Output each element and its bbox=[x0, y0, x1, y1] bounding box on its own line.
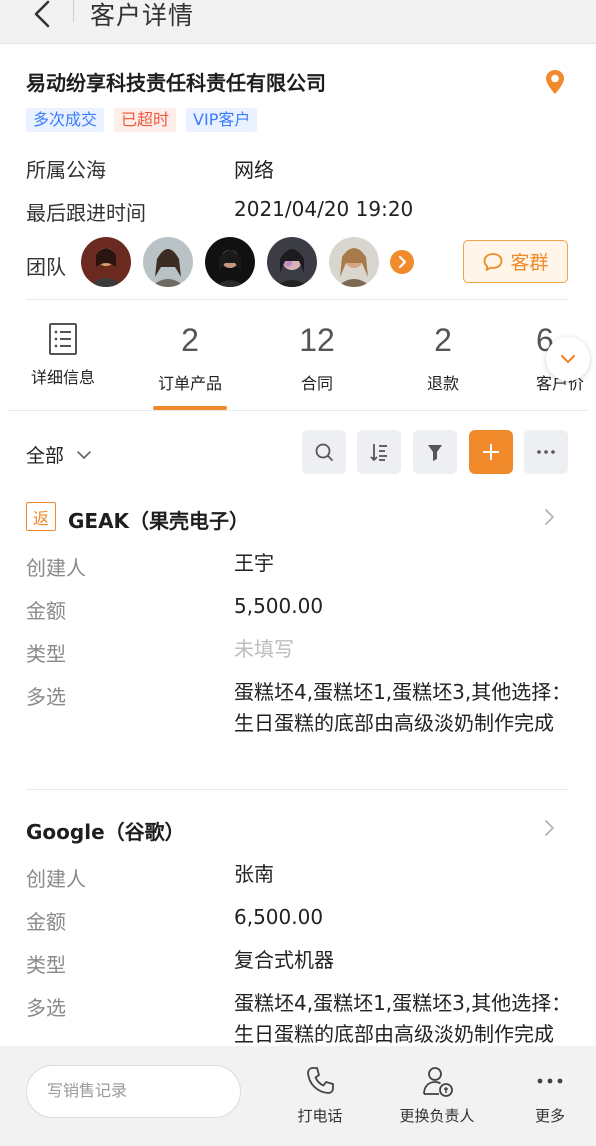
divider bbox=[26, 789, 568, 790]
more-actions-button[interactable]: 更多 bbox=[525, 1063, 575, 1126]
tag-vip: VIP客户 bbox=[186, 108, 258, 132]
chevron-down-icon bbox=[77, 450, 91, 459]
field-label-multi: 多选 bbox=[26, 996, 66, 1020]
more-options-button[interactable] bbox=[524, 430, 568, 474]
field-value-type: 未填写 bbox=[234, 637, 294, 661]
avatar[interactable] bbox=[143, 237, 193, 287]
tab-label: 详细信息 bbox=[30, 368, 95, 387]
avatar[interactable] bbox=[329, 237, 379, 287]
search-icon bbox=[315, 443, 333, 461]
field-label-type: 类型 bbox=[26, 953, 66, 977]
tab-count: 2 bbox=[181, 322, 199, 358]
record-open-arrow[interactable] bbox=[542, 818, 556, 838]
team-label: 团队 bbox=[26, 255, 66, 279]
field-label-last-followup: 最后跟进时间 bbox=[26, 201, 146, 225]
funnel-icon bbox=[428, 445, 442, 461]
sort-button[interactable] bbox=[357, 430, 401, 474]
ellipsis-icon bbox=[537, 450, 555, 454]
call-label: 打电话 bbox=[297, 1107, 343, 1125]
phone-icon bbox=[307, 1067, 334, 1094]
chevron-right-icon bbox=[545, 820, 554, 836]
tab-label: 退款 bbox=[426, 374, 459, 393]
field-label-amount: 金额 bbox=[26, 910, 66, 934]
divider bbox=[7, 410, 587, 411]
field-value-last-followup: 2021/04/20 19:20 bbox=[234, 197, 414, 221]
chevron-right-icon bbox=[398, 255, 407, 269]
tab-order-products[interactable]: 2 订单产品 bbox=[135, 318, 245, 394]
record-open-arrow[interactable] bbox=[542, 507, 556, 527]
call-button[interactable]: 打电话 bbox=[290, 1063, 350, 1126]
return-badge: 返 bbox=[26, 502, 56, 531]
content-card bbox=[7, 45, 587, 1045]
customer-group-button[interactable]: 客群 bbox=[463, 240, 568, 283]
field-label-pool: 所属公海 bbox=[26, 158, 106, 182]
avatar[interactable] bbox=[81, 237, 131, 287]
filter-button[interactable] bbox=[413, 430, 457, 474]
field-value-multi: 蛋糕坯4,蛋糕坯1,蛋糕坯3,其他选择：生日蛋糕的底部由高级淡奶制作完成 bbox=[234, 680, 572, 735]
back-button[interactable] bbox=[26, 0, 60, 38]
chevron-down-icon bbox=[560, 354, 576, 364]
chevron-left-icon bbox=[34, 0, 50, 28]
divider bbox=[26, 299, 568, 300]
document-list-icon bbox=[48, 322, 78, 356]
header-divider bbox=[73, 0, 74, 22]
customer-group-label: 客群 bbox=[510, 252, 549, 274]
avatar[interactable] bbox=[205, 237, 255, 287]
team-avatars bbox=[81, 237, 379, 287]
field-value-amount: 6,500.00 bbox=[234, 905, 324, 929]
app-header: 客户详情 bbox=[0, 0, 596, 44]
tab-refunds[interactable]: 2 退款 bbox=[388, 318, 498, 394]
customer-name: 易动纷享科技责任科责任有限公司 bbox=[26, 71, 326, 95]
tab-label: 订单产品 bbox=[157, 374, 222, 393]
tab-contracts[interactable]: 12 合同 bbox=[262, 318, 372, 394]
field-label-creator: 创建人 bbox=[26, 556, 86, 580]
ellipsis-icon bbox=[537, 1078, 563, 1084]
field-value-creator: 张南 bbox=[234, 862, 274, 886]
tab-count: 12 bbox=[299, 322, 335, 358]
field-value-multi: 蛋糕坯4,蛋糕坯1,蛋糕坯3,其他选择：生日蛋糕的底部由高级淡奶制作完成 bbox=[234, 991, 572, 1046]
expand-tabs-button[interactable] bbox=[546, 337, 590, 381]
record-title[interactable]: Google（谷歌） bbox=[26, 816, 185, 845]
chat-bubble-icon bbox=[484, 252, 503, 271]
location-icon[interactable] bbox=[543, 68, 567, 96]
filter-label: 全部 bbox=[26, 445, 65, 467]
customer-tags: 多次成交 已超时 VIP客户 bbox=[26, 108, 258, 132]
tab-count: 2 bbox=[434, 322, 452, 358]
tag-overdue: 已超时 bbox=[114, 108, 177, 132]
field-label-amount: 金额 bbox=[26, 599, 66, 623]
page-title: 客户详情 bbox=[90, 1, 195, 30]
more-members-button[interactable] bbox=[390, 250, 414, 274]
avatar[interactable] bbox=[267, 237, 317, 287]
tab-details[interactable]: 详细信息 bbox=[8, 318, 118, 388]
plus-icon bbox=[483, 444, 499, 460]
field-label-creator: 创建人 bbox=[26, 867, 86, 891]
field-value-creator: 王宇 bbox=[234, 551, 274, 575]
chevron-right-icon bbox=[545, 509, 554, 525]
field-label-multi: 多选 bbox=[26, 685, 66, 709]
tag-repeat-deal: 多次成交 bbox=[26, 108, 105, 132]
sort-icon bbox=[370, 444, 387, 462]
tab-label: 合同 bbox=[300, 374, 333, 393]
change-owner-label: 更换负责人 bbox=[399, 1107, 475, 1125]
change-owner-button[interactable]: 更换负责人 bbox=[394, 1063, 480, 1126]
filter-dropdown[interactable]: 全部 bbox=[26, 441, 92, 468]
sales-note-input[interactable]: 写销售记录 bbox=[26, 1065, 241, 1118]
more-actions-label: 更多 bbox=[534, 1107, 565, 1125]
field-value-amount: 5,500.00 bbox=[234, 594, 324, 618]
add-button[interactable] bbox=[469, 430, 513, 474]
user-swap-icon bbox=[423, 1067, 453, 1097]
field-value-type: 复合式机器 bbox=[234, 948, 334, 972]
field-label-type: 类型 bbox=[26, 642, 66, 666]
field-value-pool: 网络 bbox=[234, 158, 274, 182]
search-button[interactable] bbox=[302, 430, 346, 474]
record-title[interactable]: GEAK（果壳电子） bbox=[68, 505, 249, 534]
